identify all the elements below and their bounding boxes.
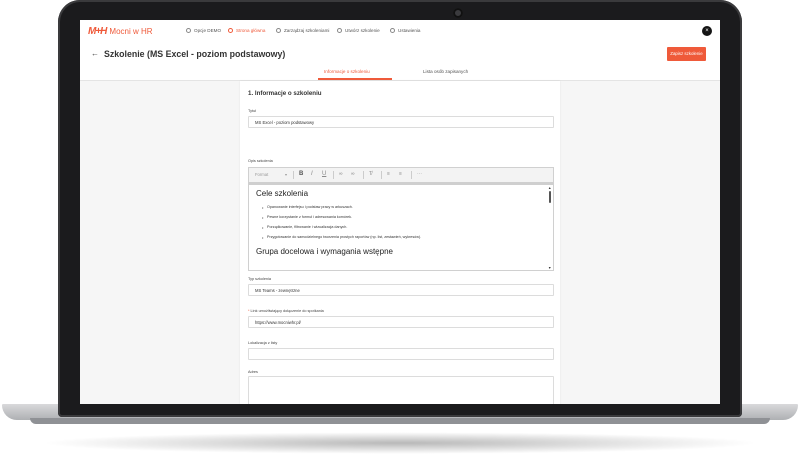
toolbar-divider [363,171,364,179]
format-select[interactable]: Format [255,172,268,177]
editor-scrollbar[interactable]: ▲ ▼ [548,185,552,271]
description-editor[interactable]: Format ▾ B I U ∞ ∞ T̸ ≡ ≡ ⋯ Cele szkolen… [248,167,554,271]
title-field[interactable]: MS Excel - poziom podstawowy [248,116,554,128]
tab-training-info[interactable]: Informacje o szkoleniu [324,69,370,74]
required-marker: * [248,309,250,313]
training-info-card: 1. Informacje o szkoleniu Tytuł MS Excel… [240,81,560,404]
page-header: ← Szkolenie (MS Excel - poziom podstawow… [80,44,720,66]
link-icon[interactable]: ∞ [339,171,343,177]
training-type-field[interactable]: MS Teams - zewnętrzne [248,284,554,296]
nav-item-label: Strona główna [236,28,266,33]
italic-icon[interactable]: I [311,171,313,177]
editor-toolbar: Format ▾ B I U ∞ ∞ T̸ ≡ ≡ ⋯ [249,168,553,183]
nav-item-manage-trainings[interactable]: Zarządzaj szkoleniami [276,28,329,33]
training-type-label: Typ szkolenia [248,277,272,281]
save-training-button[interactable]: Zapisz szkolenie [667,47,706,61]
logo[interactable]: M+H Mocni w HR [88,26,153,37]
logo-text: Mocni w HR [109,27,153,36]
home-icon [228,28,233,33]
close-button[interactable]: × [702,26,712,36]
meeting-link-field[interactable]: https://www.mocniwhr.pl/ [248,316,554,328]
scroll-up-icon[interactable]: ▲ [548,186,551,190]
nav-item-label: Utwórz szkolenie [345,28,380,33]
location-label: Lokalizacja z listy [248,341,278,345]
laptop-shadow [40,432,760,454]
screen: M+H Mocni w HR Opcje DEMO Strona główna … [80,20,720,404]
description-label: Opis szkolenia [248,159,273,163]
toolbar-divider [381,171,382,179]
ordered-list-icon[interactable]: ≡ [387,171,390,177]
nav-item-home[interactable]: Strona główna [228,28,265,33]
laptop-base-bottom [30,418,770,424]
plus-circle-icon [337,28,342,33]
nav-item-settings[interactable]: Ustawienia [390,28,420,33]
list-item: Porządkowanie, filtrowanie i wizualizacj… [262,225,347,230]
list-icon [276,28,281,33]
toolbar-divider [411,171,412,179]
address-label: Adres [248,370,258,374]
scroll-down-icon[interactable]: ▼ [548,266,551,270]
section-title: 1. Informacje o szkoleniu [248,90,322,97]
logo-mark: M+H [88,26,107,37]
nav-item-label: Zarządzaj szkoleniami [284,28,330,33]
tab-participants-list[interactable]: Lista osób zapisanych [423,69,468,74]
back-arrow-icon[interactable]: ← [91,49,99,58]
toolbar-divider [333,171,334,179]
nav-item-create-training[interactable]: Utwórz szkolenie [337,28,380,33]
clear-format-icon[interactable]: T̸ [369,171,372,177]
nav-item-label: Ustawienia [398,28,421,33]
nav-item-demo-options[interactable]: Opcje DEMO [186,28,221,33]
scrollbar-thumb[interactable] [549,191,551,203]
location-select[interactable] [248,348,554,360]
toolbar-divider [293,171,294,179]
list-item: Pewne korzystanie z formuł i adresowania… [262,215,352,220]
content-heading: Grupa docelowa i wymagania wstępne [256,247,393,256]
bold-icon[interactable]: B [299,171,303,177]
chevron-down-icon: ▾ [285,171,288,177]
list-item: Przygotowanie do samodzielnego tworzenia… [262,235,421,240]
nav-item-label: Opcje DEMO [194,28,222,33]
underline-icon[interactable]: U [322,171,326,177]
meeting-link-label-text: Link umożliwiający dołączenie do spotkan… [250,309,324,313]
editor-content[interactable]: Cele szkolenia Opanowanie interfejsu i p… [249,185,549,271]
bullet-list-icon[interactable]: ≡ [399,171,402,177]
meeting-link-label: * Link umożliwiający dołączenie do spotk… [248,309,324,313]
address-field[interactable] [248,376,554,404]
top-navigation: M+H Mocni w HR Opcje DEMO Strona główna … [80,20,720,45]
gear-icon [390,28,395,33]
content-heading: Cele szkolenia [256,189,309,198]
camera [453,8,463,18]
title-label: Tytuł [248,109,257,113]
list-item: Opanowanie interfejsu i podstaw pracy w … [262,205,353,210]
settings-icon [186,28,191,33]
more-icon[interactable]: ⋯ [417,171,422,177]
unlink-icon[interactable]: ∞ [351,171,355,177]
tab-bar: Informacje o szkoleniu Lista osób zapisa… [80,66,720,81]
page-title: Szkolenie (MS Excel - poziom podstawowy) [104,49,286,59]
active-tab-indicator [318,78,392,80]
